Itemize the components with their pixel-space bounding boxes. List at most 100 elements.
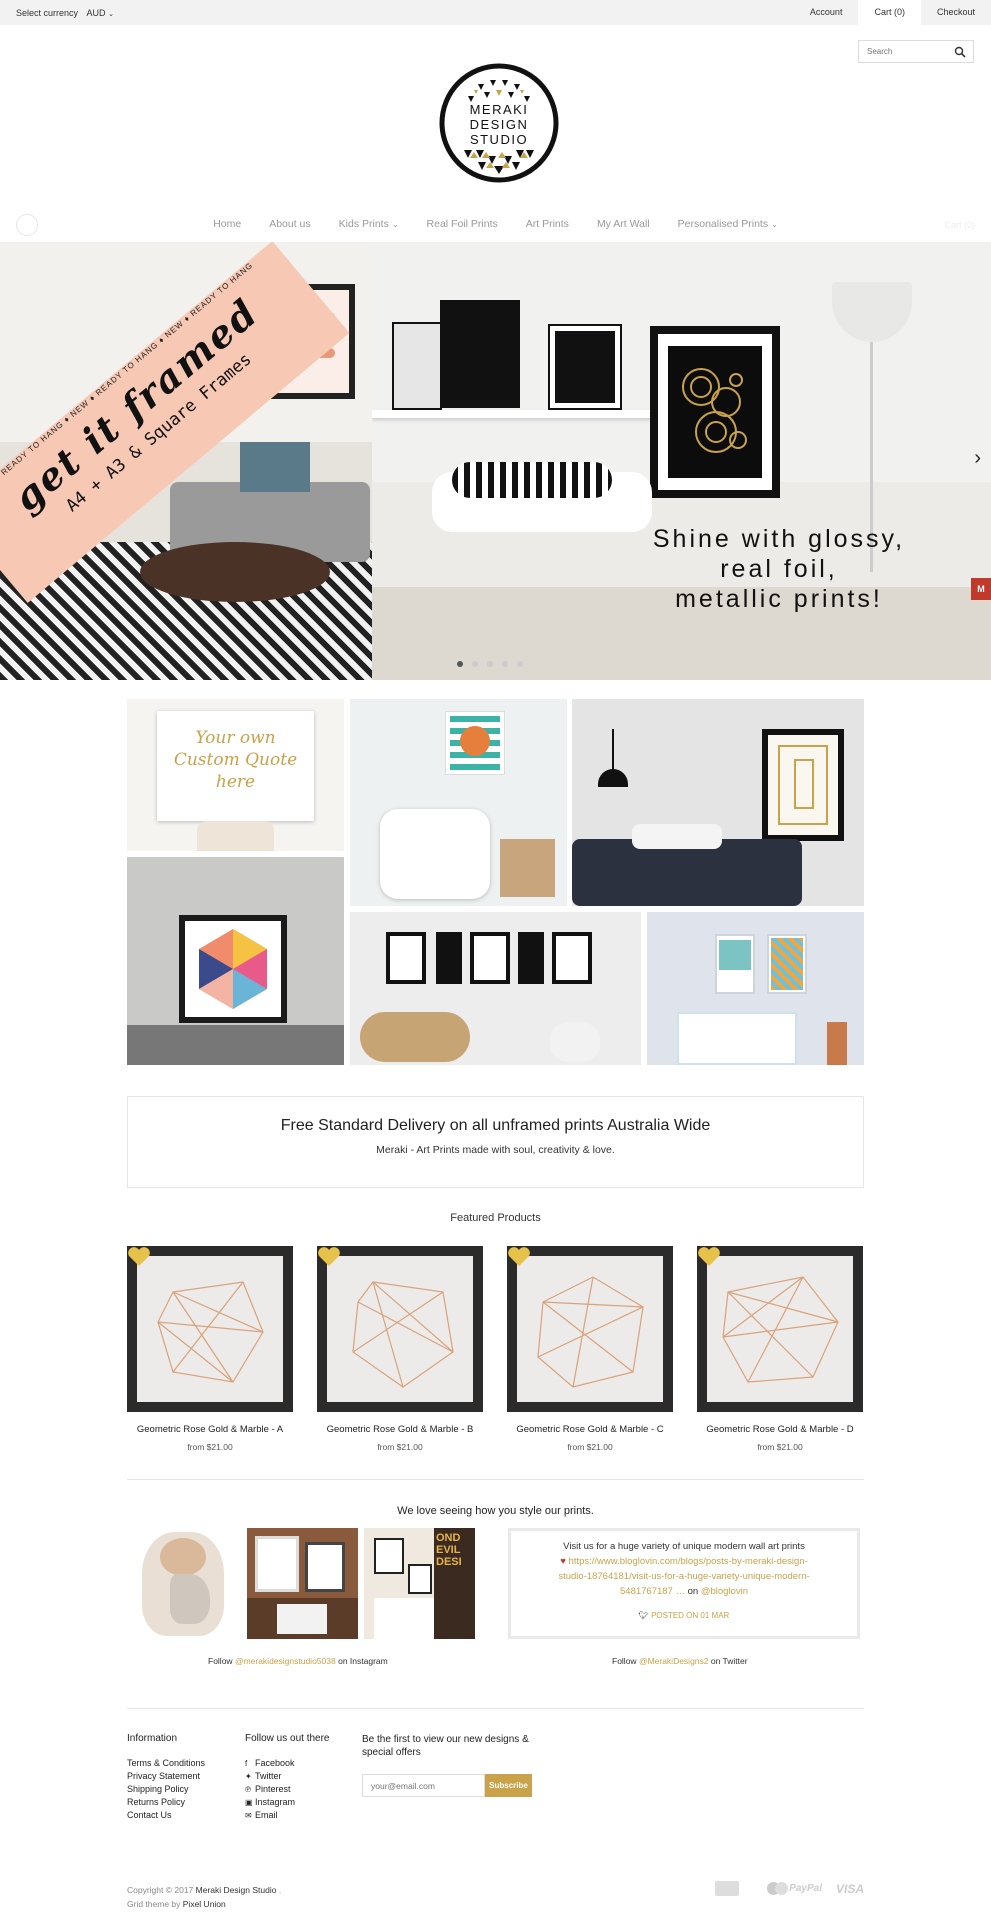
theme-link[interactable]: Pixel Union [183,1899,226,1909]
top-bar: Select currency AUD ⌄ Account Cart (0) C… [0,0,991,25]
nav-item-personalised-prints[interactable]: Personalised Prints ⌄ [678,218,778,230]
twitter-handle-link[interactable]: @MerakiDesigns2 [639,1656,709,1666]
instagram-handle-link[interactable]: @merakidesignstudio5038 [235,1656,336,1666]
follow-suffix: on Instagram [338,1656,388,1666]
product-image[interactable] [317,1246,483,1412]
instagram-icon: ▣ [245,1798,253,1807]
product-card[interactable]: Geometric Rose Gold & Marble - A from $2… [127,1246,293,1452]
copyright: Copyright © 2017 Meraki Design Studio . … [127,1885,282,1909]
newsletter-email-input[interactable] [362,1774,485,1797]
theme-prefix: Grid theme by [127,1899,181,1909]
social-label: Facebook [255,1758,295,1768]
tweet-url-link[interactable]: https://www.bloglovin.com/blogs/posts-by… [558,1556,809,1597]
hero-right-image: Shine with glossy, real foil, metallic p… [372,242,991,680]
footer-social-twitter[interactable]: ✦ Twitter [245,1771,330,1781]
nav-cart-faint[interactable]: Cart (0) [944,220,975,230]
account-link[interactable]: Account [794,0,859,25]
product-card[interactable]: Geometric Rose Gold & Marble - B from $2… [317,1246,483,1452]
amex-icon [715,1881,740,1896]
hero-left-image: NEW ♦ READY TO HANG ♦ NEW ♦ READY TO HAN… [0,242,372,680]
footer-social-instagram[interactable]: ▣ Instagram [245,1797,330,1807]
collage-kids-prints[interactable] [647,912,864,1065]
newsletter-title: Be the first to view our new designs & s… [362,1734,529,1758]
nav-item-home[interactable]: Home [213,218,241,230]
main-nav: Home About us Kids Prints ⌄ Real Foil Pri… [0,212,991,242]
slider-dot[interactable] [457,661,463,667]
footer-social-pinterest[interactable]: ℗ Pinterest [245,1784,330,1794]
twitter-icon: 🐦︎ [638,1611,649,1620]
chevron-down-icon: ⌄ [108,11,114,18]
slider-dot[interactable] [487,661,493,667]
product-name[interactable]: Geometric Rose Gold & Marble - A [127,1424,293,1435]
footer-link-shipping[interactable]: Shipping Policy [127,1784,205,1794]
collage-hexagon-print[interactable] [127,857,344,1065]
currency-value: AUD [86,8,106,18]
delivery-headline: Free Standard Delivery on all unframed p… [280,1117,711,1134]
hero-tagline: Shine with glossy, real foil, metallic p… [619,524,939,614]
security-badge-icon[interactable]: M [971,578,991,600]
divider [127,1708,864,1709]
tweet-text: Visit us for a huge variety of unique mo… [563,1541,805,1552]
product-name[interactable]: Geometric Rose Gold & Marble - D [697,1424,863,1435]
email-icon: ✉ [245,1811,252,1820]
nav-item-art-prints[interactable]: Art Prints [526,218,569,230]
footer-link-privacy[interactable]: Privacy Statement [127,1771,205,1781]
nav-label: Art Prints [525,218,569,230]
search-icon[interactable] [954,46,966,58]
copyright-name-link[interactable]: Meraki Design Studio [196,1885,277,1895]
subscribe-button[interactable]: Subscribe [485,1774,532,1797]
search-input[interactable] [859,41,949,62]
product-card[interactable]: Geometric Rose Gold & Marble - C from $2… [507,1246,673,1452]
footer-social-email[interactable]: ✉ Email [245,1810,330,1820]
heart-badge-icon [508,1247,530,1266]
instagram-photo[interactable] [130,1528,241,1639]
checkout-link[interactable]: Checkout [921,0,991,25]
slider-dot[interactable] [472,661,478,667]
visa-icon: VISA [835,1881,864,1896]
tweet-posted[interactable]: 🐦︎ POSTED ON 01 MAR [511,1608,857,1623]
follow-suffix: on Twitter [710,1656,748,1666]
custom-quote-text: Your own Custom Quote here [173,728,298,792]
footer-social-facebook[interactable]: f Facebook [245,1758,330,1768]
instagram-photo[interactable]: OND EVIL DESI [364,1528,475,1639]
product-name[interactable]: Geometric Rose Gold & Marble - C [507,1424,673,1435]
footer-link-returns[interactable]: Returns Policy [127,1797,205,1807]
slider-dot[interactable] [502,661,508,667]
hero-slider[interactable]: NEW ♦ READY TO HANG ♦ NEW ♦ READY TO HAN… [0,242,991,680]
nav-item-my-art-wall[interactable]: My Art Wall [597,218,650,230]
nav-label: Real Foil Prints [426,218,498,230]
footer-information: Information Terms & Conditions Privacy S… [127,1733,205,1823]
currency-selector[interactable]: Select currency AUD ⌄ [16,8,114,18]
heart-badge-icon [698,1247,720,1266]
collage-maze-print[interactable] [572,699,864,906]
hexagon-art [199,929,267,1009]
product-name[interactable]: Geometric Rose Gold & Marble - B [317,1424,483,1435]
nav-item-real-foil-prints[interactable]: Real Foil Prints [427,218,498,230]
collage-quote-prints[interactable] [350,912,641,1065]
site-logo[interactable]: MERAKI DESIGN STUDIO [438,62,560,184]
cart-link[interactable]: Cart (0) [858,0,921,25]
twitter-icon: ✦ [245,1772,252,1781]
product-image[interactable] [697,1246,863,1412]
collage-custom-quote[interactable]: Your own Custom Quote here [127,699,344,851]
chevron-right-icon[interactable]: › [974,447,981,470]
heart-badge-icon [128,1247,150,1266]
nav-item-about[interactable]: About us [269,218,310,230]
nav-item-kids-prints[interactable]: Kids Prints ⌄ [339,218,399,230]
product-price: from $21.00 [757,1442,803,1452]
footer-link-terms[interactable]: Terms & Conditions [127,1758,205,1768]
product-image[interactable] [507,1246,673,1412]
tweet-mention-link[interactable]: @bloglovin [701,1586,748,1597]
collage-lion-print[interactable] [350,699,567,906]
currency-label: Select currency [16,8,79,18]
geometric-art [352,1281,454,1388]
instagram-photo[interactable] [247,1528,358,1639]
footer-link-contact[interactable]: Contact Us [127,1810,205,1820]
product-card[interactable]: Geometric Rose Gold & Marble - D from $2… [697,1246,863,1452]
footer-follow: Follow us out there f Facebook ✦ Twitter ℗… [245,1733,330,1823]
slider-dot[interactable] [517,661,523,667]
chevron-down-icon: ⌄ [771,220,778,229]
facebook-icon: f [245,1759,248,1768]
social-title: We love seeing how you style our prints. [397,1505,594,1517]
product-image[interactable] [127,1246,293,1412]
